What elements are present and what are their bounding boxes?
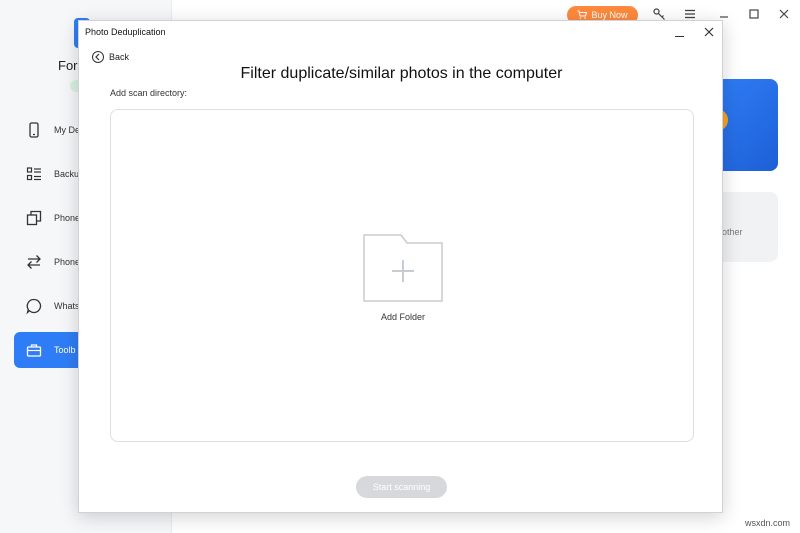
- chat-bubble-icon: [14, 298, 54, 314]
- sidebar-item-label: My De: [54, 125, 81, 135]
- back-button[interactable]: Back: [92, 51, 129, 63]
- phone-icon: [14, 122, 54, 138]
- add-folder-icon: [363, 234, 443, 302]
- phone-copy-icon: [14, 210, 54, 226]
- photo-deduplication-dialog: Photo Deduplication Back Filter duplicat…: [78, 20, 723, 513]
- add-folder-button[interactable]: [363, 234, 443, 302]
- minimize-icon: [674, 35, 684, 37]
- scan-directory-dropzone[interactable]: Add Folder: [110, 109, 694, 442]
- sidebar-item-label: Backu: [54, 169, 80, 179]
- backup-list-icon: [14, 166, 54, 182]
- dialog-close-button[interactable]: [701, 23, 717, 41]
- scan-directory-label: Add scan directory:: [110, 88, 188, 98]
- maximize-icon[interactable]: [746, 6, 762, 22]
- sidebar-item-label: Whats: [54, 301, 80, 311]
- page-title: Filter duplicate/similar photos in the c…: [240, 65, 563, 82]
- sidebar-item-label: Phone: [54, 257, 81, 267]
- feature-banner[interactable]: [716, 79, 778, 171]
- back-label: Back: [109, 52, 130, 62]
- add-folder-label: Add Folder: [380, 312, 426, 322]
- other-card-label: other: [722, 227, 743, 237]
- close-icon: [704, 27, 714, 37]
- dialog-minimize-button[interactable]: [671, 25, 687, 41]
- sidebar-item-label: Toolb: [54, 345, 76, 355]
- app-name: For: [58, 58, 78, 73]
- close-icon[interactable]: [776, 6, 792, 22]
- sidebar-item-label: Phone: [54, 213, 81, 223]
- buy-now-label: Buy Now: [591, 10, 628, 20]
- back-arrow-icon: [92, 51, 104, 63]
- dialog-title: Photo Deduplication: [85, 27, 166, 37]
- transfer-arrows-icon: [14, 254, 54, 270]
- toolbox-icon: [14, 342, 54, 358]
- watermark: wsxdn.com: [745, 518, 791, 528]
- start-scanning-button[interactable]: Start scanning: [356, 476, 447, 498]
- cart-icon: [577, 10, 588, 21]
